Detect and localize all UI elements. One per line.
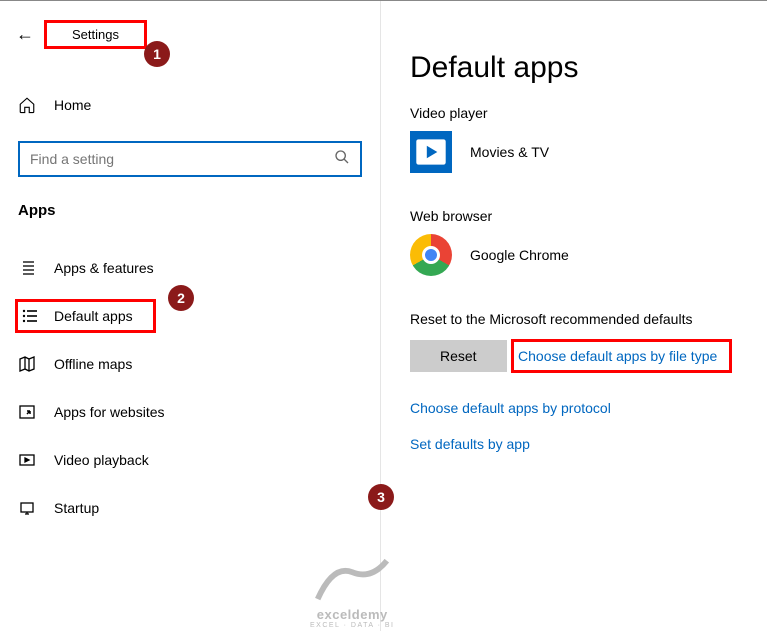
annotation-callout-3: 3 <box>368 484 394 510</box>
sidebar-item-apps-websites[interactable]: Apps for websites <box>0 388 380 436</box>
video-app-name: Movies & TV <box>470 144 549 160</box>
video-player-selector[interactable]: Movies & TV <box>410 131 757 173</box>
offline-maps-icon <box>18 355 36 373</box>
nav-label: Default apps <box>54 308 133 324</box>
web-browser-label: Web browser <box>410 208 757 224</box>
nav-label: Video playback <box>54 452 149 468</box>
sidebar-item-home[interactable]: Home <box>0 87 380 123</box>
watermark-tagline: EXCEL · DATA · BI <box>310 622 395 629</box>
sidebar-item-video-playback[interactable]: Video playback <box>0 436 380 484</box>
nav-label: Apps & features <box>54 260 154 276</box>
default-apps-icon <box>21 307 39 325</box>
browser-app-name: Google Chrome <box>470 247 569 263</box>
nav-label: Offline maps <box>54 356 132 372</box>
window-title: Settings <box>44 20 147 49</box>
startup-icon <box>18 499 36 517</box>
web-browser-selector[interactable]: Google Chrome <box>410 234 757 276</box>
annotation-callout-1: 1 <box>144 41 170 67</box>
watermark: exceldemy EXCEL · DATA · BI <box>310 553 395 629</box>
sidebar-item-startup[interactable]: Startup <box>0 484 380 532</box>
home-label: Home <box>54 97 91 113</box>
video-player-label: Video player <box>410 105 757 121</box>
video-playback-icon <box>18 451 36 469</box>
reset-button[interactable]: Reset <box>410 340 507 372</box>
link-set-defaults-by-app[interactable]: Set defaults by app <box>410 436 757 452</box>
search-input[interactable] <box>30 151 334 167</box>
sidebar-item-offline-maps[interactable]: Offline maps <box>0 340 380 388</box>
sidebar-item-apps-features[interactable]: Apps & features <box>0 244 380 292</box>
watermark-logo: exceldemy <box>310 607 395 622</box>
back-icon[interactable]: ← <box>16 24 34 45</box>
chrome-icon <box>410 234 452 276</box>
reset-description: Reset to the Microsoft recommended defau… <box>410 311 757 327</box>
home-icon <box>18 96 36 114</box>
nav-label: Startup <box>54 500 99 516</box>
link-default-by-protocol[interactable]: Choose default apps by protocol <box>410 400 757 416</box>
search-box[interactable] <box>18 141 362 177</box>
movies-tv-icon <box>410 131 452 173</box>
vertical-divider <box>380 1 381 631</box>
annotation-callout-2: 2 <box>168 285 194 311</box>
page-title: Default apps <box>410 51 757 85</box>
apps-features-icon <box>18 259 36 277</box>
nav-label: Apps for websites <box>54 404 165 420</box>
search-icon <box>334 149 350 170</box>
apps-websites-icon <box>18 403 36 421</box>
sidebar-heading-apps: Apps <box>18 202 380 219</box>
link-default-by-filetype[interactable]: Choose default apps by file type <box>511 339 732 373</box>
